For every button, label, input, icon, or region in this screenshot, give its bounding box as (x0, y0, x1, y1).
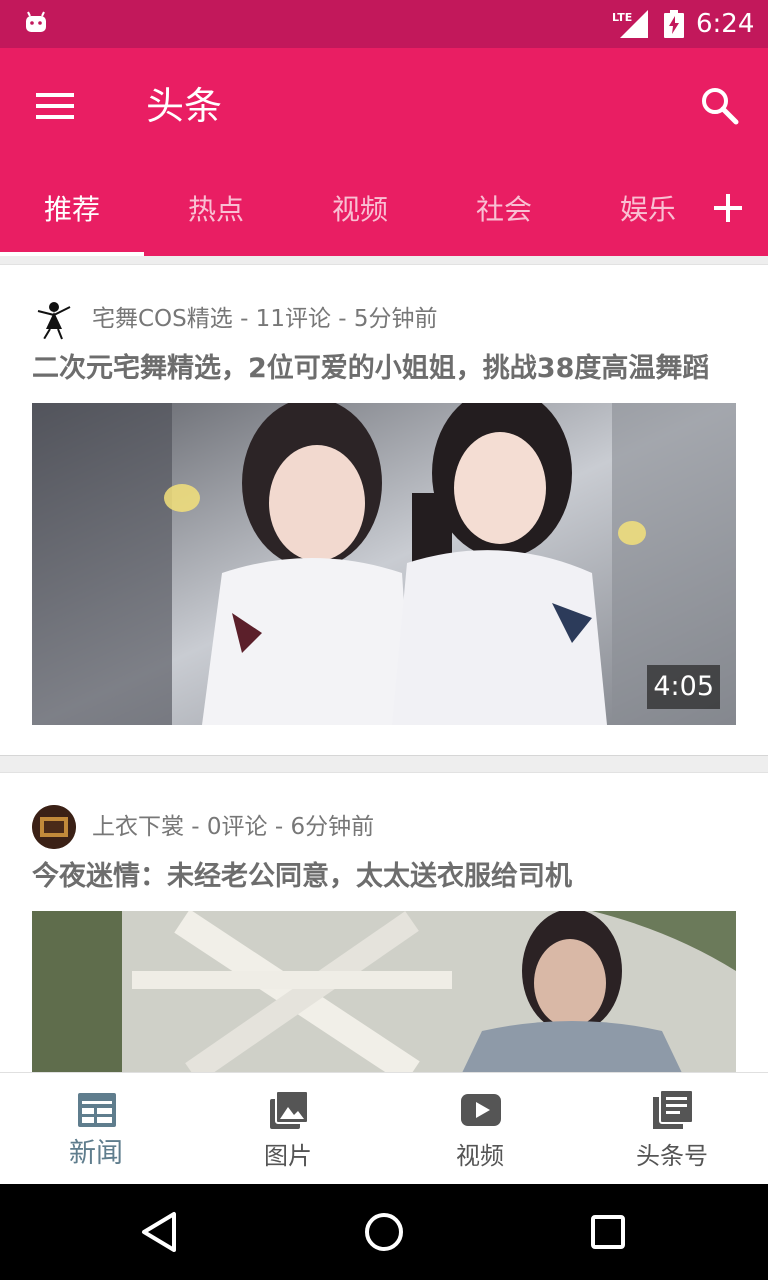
card-meta: 上衣下裳 - 0评论 - 6分钟前 (92, 814, 375, 840)
search-button[interactable] (690, 76, 750, 136)
card-title[interactable]: 今夜迷情：未经老公同意，太太送衣服给司机 (32, 857, 572, 897)
page-title: 头条 (146, 84, 223, 128)
photos-icon (270, 1090, 309, 1129)
video-thumbnail[interactable]: 4:05 (32, 403, 736, 725)
add-tab-button[interactable] (702, 180, 754, 236)
category-tabs: 推荐 热点 视频 社会 娱乐 (0, 160, 768, 256)
home-icon[interactable] (360, 1208, 408, 1256)
tab-hot[interactable]: 热点 (144, 160, 288, 256)
nav-articles[interactable]: 头条号 (576, 1073, 768, 1185)
feed-card[interactable]: 宅舞COS精选 - 11评论 - 5分钟前 二次元宅舞精选，2位可爱的小姐姐，挑… (0, 264, 768, 756)
status-bar: LTE 6:24 (0, 0, 768, 48)
tab-entertainment[interactable]: 娱乐 (576, 160, 720, 256)
android-icon (26, 11, 46, 32)
avatar (32, 805, 76, 849)
lte-signal-icon: LTE (612, 10, 648, 38)
bottom-navigation: 新闻 图片 视频 头条号 (0, 1072, 768, 1184)
card-title[interactable]: 二次元宅舞精选，2位可爱的小姐姐，挑战38度高温舞蹈 (32, 349, 709, 389)
card-meta: 宅舞COS精选 - 11评论 - 5分钟前 (92, 306, 438, 332)
feed-card[interactable]: 上衣下裳 - 0评论 - 6分钟前 今夜迷情：未经老公同意，太太送衣服给司机 (0, 772, 768, 1102)
avatar (32, 297, 76, 341)
clock: 6:24 (696, 9, 755, 39)
tab-video[interactable]: 视频 (288, 160, 432, 256)
dancer-avatar-icon (37, 302, 71, 340)
recents-icon[interactable] (584, 1208, 632, 1256)
nav-news[interactable]: 新闻 (0, 1073, 192, 1185)
plus-icon (714, 194, 742, 222)
stage-avatar-icon (32, 805, 76, 849)
article-thumbnail[interactable] (32, 911, 736, 1073)
tab-recommended[interactable]: 推荐 (0, 160, 144, 256)
video-play-icon (461, 1094, 501, 1126)
menu-button[interactable] (26, 78, 86, 134)
tab-indicator (0, 252, 144, 256)
menu-icon (36, 93, 74, 119)
video-duration: 4:05 (647, 665, 720, 709)
svg-text:LTE: LTE (612, 11, 632, 24)
nav-photos[interactable]: 图片 (192, 1073, 384, 1185)
news-icon (78, 1093, 116, 1127)
nav-video[interactable]: 视频 (384, 1073, 576, 1185)
back-icon[interactable] (136, 1208, 184, 1256)
articles-icon (653, 1089, 694, 1129)
system-navigation-bar (0, 1184, 768, 1280)
thumbnail-image (32, 911, 736, 1073)
tab-society[interactable]: 社会 (432, 160, 576, 256)
app-bar: 头条 推荐 热点 视频 社会 娱乐 (0, 48, 768, 256)
search-icon (702, 88, 739, 125)
thumbnail-image (32, 403, 736, 725)
battery-charging-icon (664, 10, 684, 38)
